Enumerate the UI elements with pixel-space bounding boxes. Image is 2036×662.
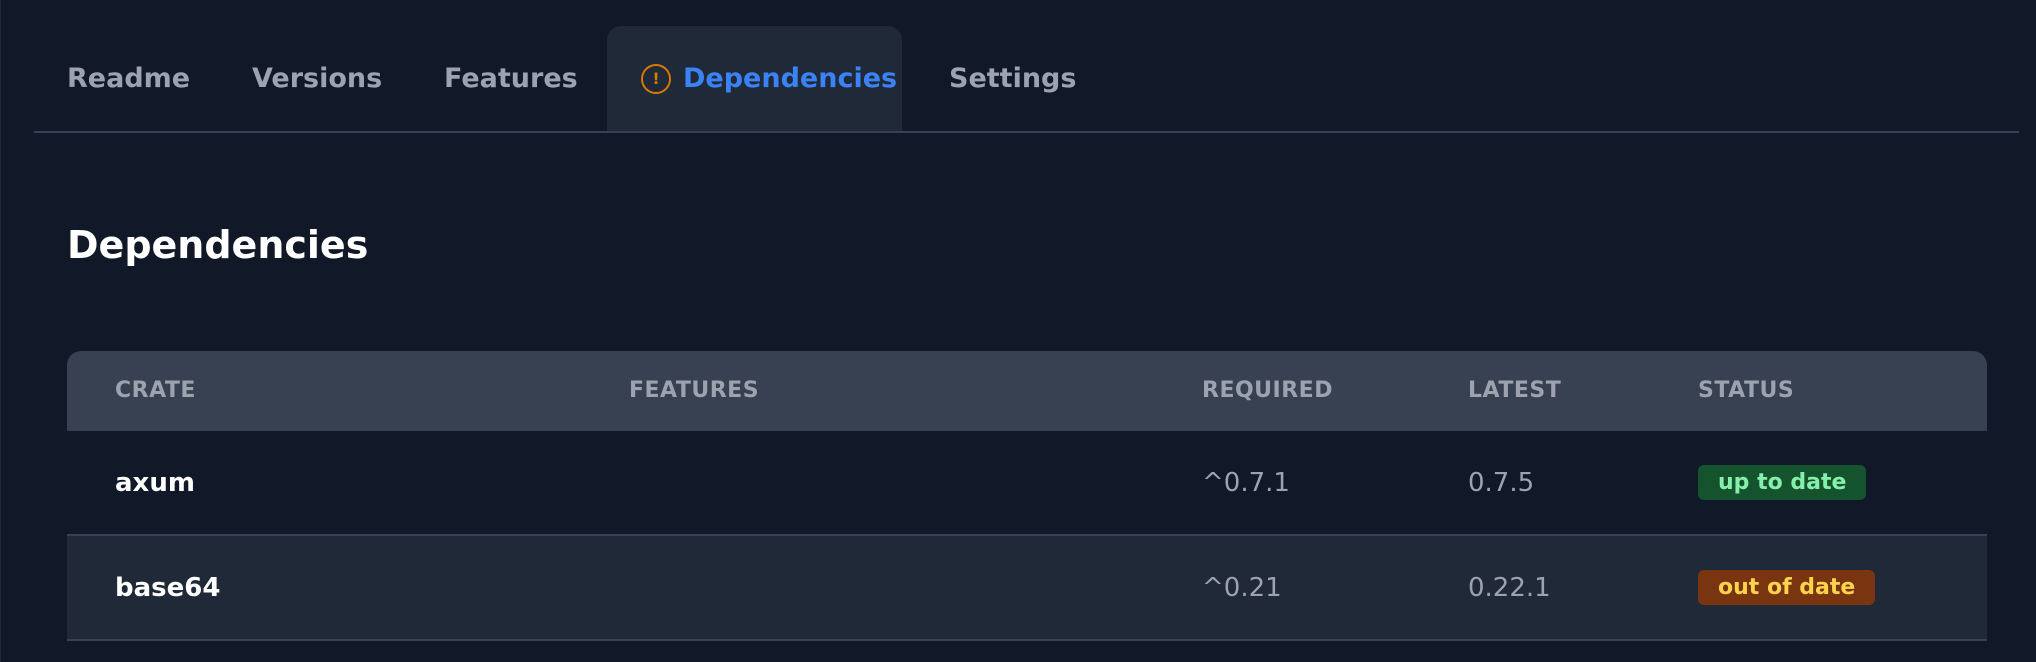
table-header: CRATE FEATURES REQUIRED LATEST STATUS xyxy=(67,351,1987,431)
tab-readme-label: Readme xyxy=(67,63,191,94)
status-badge: up to date xyxy=(1698,465,1867,500)
crate-name[interactable]: axum xyxy=(115,431,195,534)
column-header-crate: CRATE xyxy=(115,378,196,403)
tab-settings[interactable]: Settings xyxy=(949,26,1076,131)
column-header-status: STATUS xyxy=(1698,378,1795,403)
page-title: Dependencies xyxy=(67,223,369,267)
latest-version: 0.22.1 xyxy=(1468,572,1551,603)
crate-name[interactable]: base64 xyxy=(115,536,220,639)
table-row: base64 ^0.21 0.22.1 out of date xyxy=(67,536,1987,641)
warning-circle-icon: ! xyxy=(641,63,671,94)
tab-versions[interactable]: Versions xyxy=(252,26,382,131)
dependencies-table: CRATE FEATURES REQUIRED LATEST STATUS ax… xyxy=(67,351,1987,662)
tab-features[interactable]: Features xyxy=(444,26,578,131)
tab-readme[interactable]: Readme xyxy=(67,26,190,131)
column-header-required: REQUIRED xyxy=(1202,378,1333,403)
tab-settings-label: Settings xyxy=(949,63,1077,94)
latest-version: 0.7.5 xyxy=(1468,467,1535,498)
required-version: ^0.7.1 xyxy=(1202,467,1290,498)
tab-versions-label: Versions xyxy=(252,63,383,94)
required-version: ^0.21 xyxy=(1202,572,1282,603)
table-row: axum ^0.7.1 0.7.5 up to date xyxy=(67,431,1987,536)
crate-page: Readme Versions Features ! Dependencies … xyxy=(0,0,2036,662)
tab-dependencies[interactable]: ! Dependencies xyxy=(607,26,902,131)
tab-dependencies-label: Dependencies xyxy=(683,63,898,94)
column-header-features: FEATURES xyxy=(629,378,760,403)
tab-features-label: Features xyxy=(444,63,578,94)
status-badge: out of date xyxy=(1698,570,1876,605)
column-header-latest: LATEST xyxy=(1468,378,1562,403)
status-cell: out of date xyxy=(1698,536,1876,639)
tab-bar: Readme Versions Features ! Dependencies … xyxy=(34,26,2019,133)
status-cell: up to date xyxy=(1698,431,1867,534)
